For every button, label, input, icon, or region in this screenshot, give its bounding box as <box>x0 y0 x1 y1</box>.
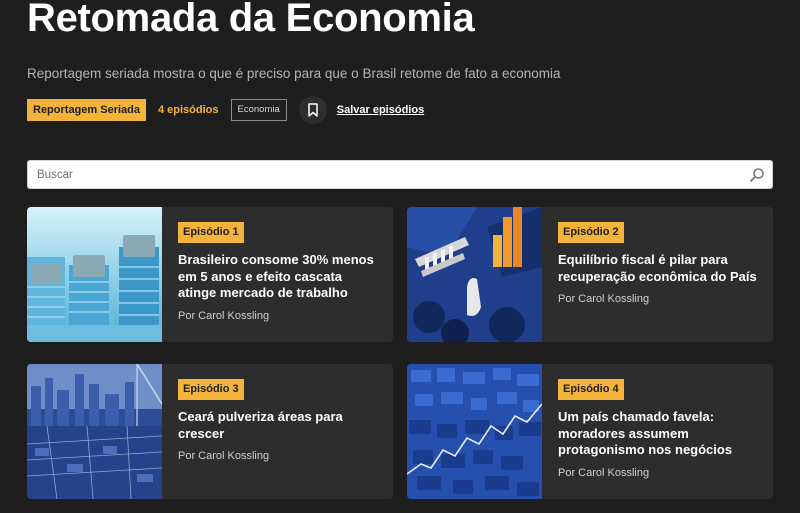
episode-badge: Episódio 4 <box>558 379 624 400</box>
episode-badge: Episódio 2 <box>558 222 624 243</box>
series-meta-row: Reportagem Seriada 4 episódios Economia … <box>27 96 424 124</box>
episode-card-body: Episódio 3 Ceará pulveriza áreas para cr… <box>162 364 393 499</box>
page-subtitle: Reportagem seriada mostra o que é precis… <box>27 66 561 81</box>
search-icon[interactable] <box>749 167 765 183</box>
city-skyline-image[interactable] <box>27 364 162 499</box>
bookmark-button[interactable] <box>298 96 327 124</box>
episode-title[interactable]: Um país chamado favela: moradores assume… <box>558 409 761 459</box>
episode-count: 4 episódios <box>157 104 219 116</box>
favela-image[interactable] <box>407 364 542 499</box>
page-title: Retomada da Economia <box>27 0 475 40</box>
search-bar <box>27 160 773 189</box>
episode-card-4[interactable]: Episódio 4 Um país chamado favela: morad… <box>407 364 773 499</box>
episode-author: Por Carol Kossling <box>558 293 650 305</box>
episode-author: Por Carol Kossling <box>558 466 650 479</box>
bookmark-icon <box>308 103 318 117</box>
episode-card-body: Episódio 2 Equilíbrio fiscal é pilar par… <box>542 207 773 342</box>
save-episodes-link[interactable]: Salvar episódios <box>337 104 424 116</box>
episode-badge: Episódio 3 <box>178 379 244 400</box>
episode-card-body: Episódio 4 Um país chamado favela: morad… <box>542 364 773 499</box>
topic-tag[interactable]: Economia <box>230 99 287 121</box>
episode-card-1[interactable]: Episódio 1 Brasileiro consome 30% menos … <box>27 207 393 342</box>
episode-title[interactable]: Brasileiro consome 30% menos em 5 anos e… <box>178 252 381 302</box>
episode-badge: Episódio 1 <box>178 222 244 243</box>
episode-card-2[interactable]: Episódio 2 Equilíbrio fiscal é pilar par… <box>407 207 773 342</box>
coins-image[interactable] <box>27 207 162 342</box>
series-badge: Reportagem Seriada <box>27 99 146 121</box>
episode-card-body: Episódio 1 Brasileiro consome 30% menos … <box>162 207 393 342</box>
episode-author: Por Carol Kossling <box>178 309 270 322</box>
episode-title[interactable]: Equilíbrio fiscal é pilar para recuperaç… <box>558 252 761 285</box>
episode-card-3[interactable]: Episódio 3 Ceará pulveriza áreas para cr… <box>27 364 393 499</box>
fiscal-balance-image[interactable] <box>407 207 542 342</box>
search-input[interactable] <box>28 161 772 188</box>
episode-author: Por Carol Kossling <box>178 450 270 462</box>
episode-title[interactable]: Ceará pulveriza áreas para crescer <box>178 409 381 442</box>
